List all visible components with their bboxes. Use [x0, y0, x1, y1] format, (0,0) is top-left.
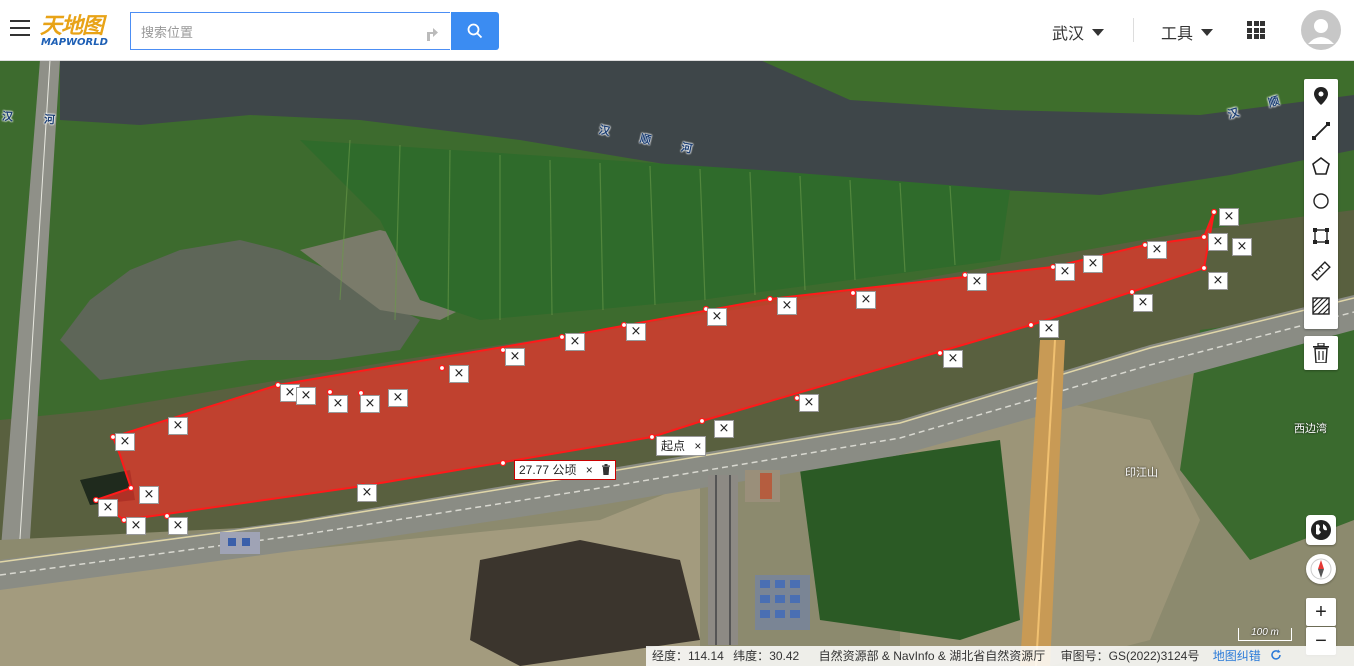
circle-icon [1313, 193, 1329, 209]
compass-button[interactable] [1306, 554, 1336, 584]
vertex-delete-button[interactable]: × [714, 420, 734, 438]
tools-label: 工具 [1161, 26, 1194, 43]
area-measure-tool[interactable] [1304, 289, 1338, 323]
city-label: 武汉 [1052, 26, 1085, 43]
area-measurement-label: 27.77 公顷 × [514, 460, 617, 480]
rectangle-tool[interactable] [1304, 219, 1338, 253]
vertex-delete-button[interactable]: × [98, 499, 118, 517]
polygon-icon [1312, 157, 1330, 175]
hamburger-menu-icon[interactable] [10, 20, 30, 36]
refresh-icon[interactable] [1270, 649, 1282, 661]
vertex-delete-button[interactable]: × [505, 348, 525, 366]
polygon-tool[interactable] [1304, 149, 1338, 183]
vertex-delete-button[interactable]: × [777, 297, 797, 315]
place-label: 印江山 [1125, 467, 1158, 479]
approval-number: 审图号：GS(2022)3124号 [1060, 649, 1200, 663]
scale-bar: 100 m [1238, 628, 1292, 641]
zoom-in-button[interactable]: + [1306, 598, 1336, 626]
vertex-delete-button[interactable]: × [360, 395, 380, 413]
vertex-delete-button[interactable]: × [296, 387, 316, 405]
tools-dropdown[interactable]: 工具 [1161, 20, 1214, 44]
vertex-delete-button[interactable]: × [1147, 241, 1167, 259]
vertex-delete-button[interactable]: × [126, 517, 146, 535]
vertex-delete-button[interactable]: × [1208, 272, 1228, 290]
vertex-delete-button[interactable]: × [328, 395, 348, 413]
start-point-text: 起点 [661, 439, 686, 453]
vertex-delete-button[interactable]: × [626, 323, 646, 341]
hatch-icon [1312, 297, 1330, 315]
circle-tool[interactable] [1304, 184, 1338, 218]
vertex-delete-button[interactable]: × [449, 365, 469, 383]
vertex-delete-button[interactable]: × [1133, 294, 1153, 312]
vertex-delete-button[interactable]: × [565, 333, 585, 351]
drawing-toolbar [1304, 79, 1338, 329]
line-icon [1312, 122, 1330, 140]
logo-english-text: MAPWORLD [41, 37, 108, 48]
header-divider [1133, 18, 1134, 42]
attribution-text: 自然资源部 & NavInfo & 湖北省自然资源厅 [818, 649, 1046, 663]
close-icon[interactable]: × [694, 439, 701, 453]
rectangle-icon [1313, 228, 1329, 244]
vertex-delete-button[interactable]: × [1219, 208, 1239, 226]
vertex-delete-button[interactable]: × [357, 484, 377, 502]
ruler-icon [1311, 261, 1331, 281]
vertex-delete-button[interactable]: × [388, 389, 408, 407]
longitude-value: 114.14 [688, 649, 724, 663]
vertex-delete-button[interactable]: × [1055, 263, 1075, 281]
latitude-value: 30.42 [769, 649, 800, 663]
start-point-label: 起点 × [656, 436, 707, 456]
close-icon[interactable]: × [586, 463, 593, 477]
vertex-delete-button[interactable]: × [168, 517, 188, 535]
marker-icon [1314, 87, 1328, 105]
user-avatar-icon[interactable] [1301, 10, 1341, 50]
search-box [130, 12, 450, 51]
vertex-delete-button[interactable]: × [856, 291, 876, 309]
chevron-down-icon [1092, 29, 1105, 37]
vertex-delete-button[interactable]: × [799, 394, 819, 412]
city-selector[interactable]: 武汉 [1052, 20, 1105, 44]
logo-chinese-text: 天地图 [40, 13, 104, 39]
vertex-delete-button[interactable]: × [707, 308, 727, 326]
map-correction-link[interactable]: 地图纠错 [1213, 649, 1261, 663]
vertex-delete-button[interactable]: × [115, 433, 135, 451]
mapworld-logo[interactable]: 天地图 MAPWORLD [40, 8, 118, 52]
vertex-delete-button[interactable]: × [967, 273, 987, 291]
marker-tool[interactable] [1304, 79, 1338, 113]
vertex-delete-button[interactable]: × [943, 350, 963, 368]
search-input[interactable] [139, 13, 413, 51]
place-label: 西边湾 [1294, 423, 1327, 435]
apps-grid-icon[interactable] [1247, 21, 1265, 39]
trash-icon [1313, 343, 1329, 363]
vertex-delete-button[interactable]: × [168, 417, 188, 435]
longitude-label: 经度： [652, 649, 689, 663]
area-value: 27.77 公顷 [519, 463, 577, 477]
ruler-tool[interactable] [1304, 254, 1338, 288]
globe-icon [1311, 520, 1331, 540]
clear-all-button[interactable] [1304, 336, 1338, 370]
route-icon[interactable] [423, 23, 439, 41]
vertex-delete-button[interactable]: × [1232, 238, 1252, 256]
vertex-delete-button[interactable]: × [1208, 233, 1228, 251]
compass-icon [1310, 558, 1332, 580]
trash-icon[interactable] [601, 464, 611, 475]
line-tool[interactable] [1304, 114, 1338, 148]
top-bar: 天地图 MAPWORLD 武汉 工具 [0, 0, 1354, 61]
search-icon [467, 23, 483, 39]
chevron-down-icon [1201, 29, 1214, 37]
latitude-label: 纬度： [733, 649, 770, 663]
vertex-delete-button[interactable]: × [139, 486, 159, 504]
layer-switch-button[interactable] [1306, 515, 1336, 545]
status-bar: 经度：114.14 纬度：30.42 自然资源部 & NavInfo & 湖北省… [646, 646, 1354, 666]
search-button[interactable] [451, 12, 499, 50]
vertex-delete-button[interactable]: × [1083, 255, 1103, 273]
vertex-delete-button[interactable]: × [1039, 320, 1059, 338]
